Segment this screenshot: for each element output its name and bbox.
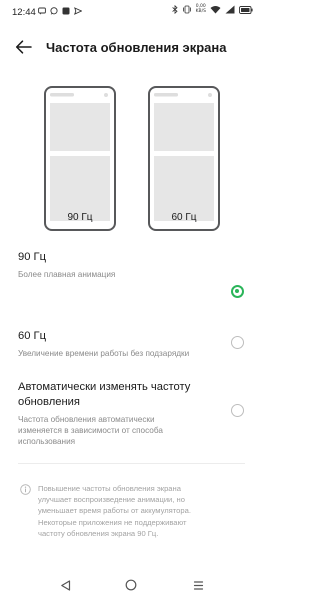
vibrate-icon xyxy=(182,5,191,14)
send-icon xyxy=(74,7,82,15)
network-speed-unit: KB/S xyxy=(195,8,206,14)
option-description-line-2: изменяется в зависимости от способа xyxy=(18,426,163,435)
radio-60hz[interactable] xyxy=(231,336,244,349)
back-button[interactable] xyxy=(10,34,36,60)
menu-lines-icon xyxy=(193,580,203,590)
option-title: 90 Гц xyxy=(18,251,47,263)
wifi-icon xyxy=(210,6,221,14)
radio-90hz[interactable] xyxy=(231,285,244,298)
arrow-left-icon xyxy=(15,40,32,54)
option-title-line-1: Автоматически изменять частоту xyxy=(18,381,191,393)
option-description: Более плавная анимация xyxy=(18,270,116,279)
preview-90hz[interactable] xyxy=(44,86,116,231)
signal-icon xyxy=(225,5,235,14)
option-description-line-3: использования xyxy=(18,437,76,446)
option-description-line-1: Частота обновления автоматически xyxy=(18,415,155,424)
option-description: Увеличение времени работы без подзарядки xyxy=(18,349,190,358)
message-circle-icon xyxy=(50,7,58,15)
back-triangle-icon xyxy=(60,579,70,591)
nav-home-button[interactable] xyxy=(122,576,140,594)
navigation-bar xyxy=(0,570,263,600)
option-60hz[interactable]: 60 Гц Увеличение времени работы без подз… xyxy=(0,329,263,359)
home-circle-icon xyxy=(125,579,137,591)
phone-preview-illustration xyxy=(44,86,116,231)
nav-recents-button[interactable] xyxy=(189,576,207,594)
message-icon xyxy=(38,7,46,15)
preview-label-60hz: 60 Гц xyxy=(171,212,197,223)
nav-back-button[interactable] xyxy=(56,576,74,594)
option-auto[interactable]: Автоматически изменять частоту обновлени… xyxy=(0,380,263,446)
status-time: 12:44 xyxy=(12,7,36,18)
status-right-icons: 0,00 KB/S xyxy=(171,4,253,14)
network-speed-icon: 0,00 KB/S xyxy=(195,4,206,14)
battery-icon xyxy=(239,5,253,14)
option-title: 60 Гц xyxy=(18,330,47,342)
option-title-line-2: обновления xyxy=(18,396,80,408)
bluetooth-icon xyxy=(171,5,178,14)
header: Частота обновления экрана xyxy=(0,30,263,62)
divider xyxy=(18,463,245,464)
info-text-line: Повышение частоты обновления экрана xyxy=(38,484,181,493)
screen: 12:44 0,00 KB/S Частота обновления экран xyxy=(0,0,263,600)
preview-60hz[interactable] xyxy=(148,86,220,231)
info-text: Повышение частоты обновления экрана улуч… xyxy=(38,483,238,539)
app-square-icon xyxy=(62,7,70,15)
info-icon xyxy=(20,484,31,495)
notification-icons xyxy=(38,7,82,15)
preview-label-90hz: 90 Гц xyxy=(67,212,93,223)
info-text-line: уменьшает время работы от аккумулятора. xyxy=(38,506,191,516)
info-text-line: Некоторые приложения не поддерживают xyxy=(38,517,187,527)
info-text-line: частоту обновления экрана 90 Гц. xyxy=(38,528,159,538)
status-bar: 12:44 0,00 KB/S xyxy=(0,0,263,22)
info-text-line: улучшает воспроизведение анимации, но xyxy=(38,495,185,505)
radio-auto[interactable] xyxy=(231,404,244,417)
option-90hz[interactable]: 90 Гц Более плавная анимация xyxy=(0,250,263,308)
page-title: Частота обновления экрана xyxy=(46,40,227,55)
phone-preview-illustration xyxy=(148,86,220,231)
